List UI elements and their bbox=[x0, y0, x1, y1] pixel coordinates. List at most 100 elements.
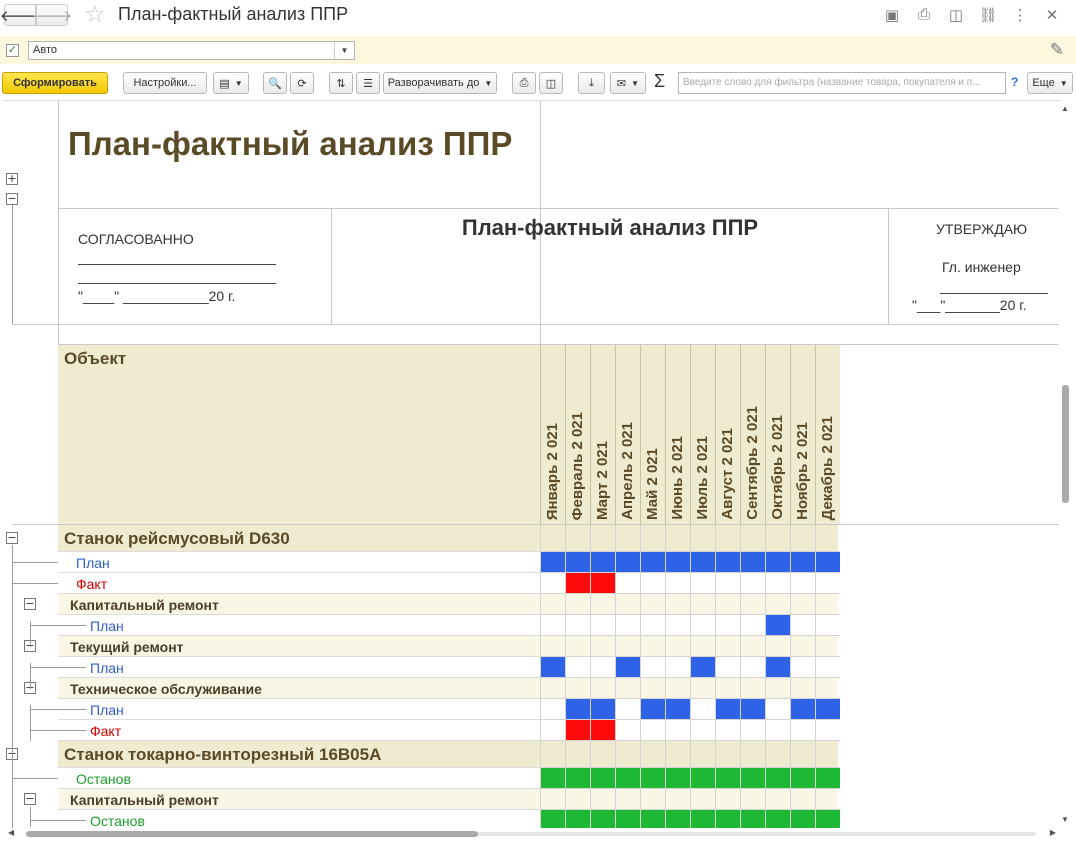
save-file-button[interactable]: ⤓ bbox=[578, 72, 605, 94]
cell-empty[interactable] bbox=[665, 615, 690, 636]
cell-empty[interactable] bbox=[565, 636, 590, 657]
cell-empty[interactable] bbox=[590, 525, 615, 552]
cell-green[interactable] bbox=[615, 768, 640, 789]
group-button[interactable]: ☰ bbox=[356, 72, 380, 94]
horizontal-scrollbar[interactable]: ◀ ▶ bbox=[4, 828, 1060, 840]
cell-green[interactable] bbox=[790, 810, 815, 828]
cell-empty[interactable] bbox=[715, 594, 740, 615]
cell-green[interactable] bbox=[640, 768, 665, 789]
cell-empty[interactable] bbox=[715, 678, 740, 699]
cell-empty[interactable] bbox=[665, 789, 690, 810]
cell-empty[interactable] bbox=[615, 573, 640, 594]
cell-empty[interactable] bbox=[540, 678, 565, 699]
cell-empty[interactable] bbox=[565, 789, 590, 810]
cell-empty[interactable] bbox=[540, 573, 565, 594]
cell-empty[interactable] bbox=[615, 636, 640, 657]
sort-button[interactable]: ⇅ bbox=[329, 72, 353, 94]
cell-empty[interactable] bbox=[715, 525, 740, 552]
cell-empty[interactable] bbox=[765, 720, 790, 741]
cell-empty[interactable] bbox=[790, 525, 815, 552]
cell-empty[interactable] bbox=[615, 678, 640, 699]
vertical-scroll-thumb[interactable] bbox=[1062, 385, 1069, 503]
cell-empty[interactable] bbox=[765, 789, 790, 810]
cell-empty[interactable] bbox=[740, 789, 765, 810]
cell-empty[interactable] bbox=[565, 657, 590, 678]
cell-empty[interactable] bbox=[740, 678, 765, 699]
cell-empty[interactable] bbox=[540, 594, 565, 615]
cell-blue[interactable] bbox=[690, 552, 715, 573]
cell-empty[interactable] bbox=[665, 741, 690, 768]
cell-blue[interactable] bbox=[740, 552, 765, 573]
cell-blue[interactable] bbox=[790, 552, 815, 573]
cell-empty[interactable] bbox=[565, 678, 590, 699]
cell-empty[interactable] bbox=[740, 657, 765, 678]
cell-empty[interactable] bbox=[540, 741, 565, 768]
cell-empty[interactable] bbox=[540, 636, 565, 657]
cell-blue[interactable] bbox=[615, 552, 640, 573]
cell-empty[interactable] bbox=[615, 720, 640, 741]
cell-empty[interactable] bbox=[815, 615, 840, 636]
cell-empty[interactable] bbox=[615, 699, 640, 720]
cell-blue[interactable] bbox=[615, 657, 640, 678]
cell-blue[interactable] bbox=[815, 552, 840, 573]
cell-blue[interactable] bbox=[565, 552, 590, 573]
cell-empty[interactable] bbox=[590, 657, 615, 678]
cell-green[interactable] bbox=[815, 810, 840, 828]
cell-empty[interactable] bbox=[540, 720, 565, 741]
cell-empty[interactable] bbox=[815, 657, 840, 678]
cell-green[interactable] bbox=[615, 810, 640, 828]
expand-to-button[interactable]: Разворачивать до ▼ bbox=[383, 72, 497, 94]
cell-empty[interactable] bbox=[690, 720, 715, 741]
cell-blue[interactable] bbox=[665, 699, 690, 720]
send-email-button[interactable]: ✉ ▼ bbox=[610, 72, 646, 94]
cell-red[interactable] bbox=[565, 573, 590, 594]
cell-empty[interactable] bbox=[640, 657, 665, 678]
cell-empty[interactable] bbox=[615, 789, 640, 810]
scroll-right-icon[interactable]: ▶ bbox=[1050, 828, 1056, 837]
cell-blue[interactable] bbox=[540, 657, 565, 678]
cell-green[interactable] bbox=[590, 768, 615, 789]
cell-blue[interactable] bbox=[765, 657, 790, 678]
generate-button[interactable]: Сформировать bbox=[2, 72, 108, 94]
cell-empty[interactable] bbox=[740, 525, 765, 552]
cell-green[interactable] bbox=[765, 810, 790, 828]
cell-empty[interactable] bbox=[765, 525, 790, 552]
cell-blue[interactable] bbox=[715, 699, 740, 720]
scroll-up-icon[interactable]: ▲ bbox=[1061, 104, 1069, 113]
cell-empty[interactable] bbox=[690, 573, 715, 594]
cell-blue[interactable] bbox=[690, 657, 715, 678]
horizontal-scroll-thumb[interactable] bbox=[26, 831, 478, 837]
cell-empty[interactable] bbox=[590, 594, 615, 615]
find-button[interactable]: 🔍 bbox=[263, 72, 287, 94]
cell-green[interactable] bbox=[540, 810, 565, 828]
cell-empty[interactable] bbox=[715, 741, 740, 768]
cell-green[interactable] bbox=[715, 810, 740, 828]
more-vertical-icon[interactable]: ⋮ bbox=[1004, 6, 1036, 24]
search-input[interactable]: Введите слово для фильтра (название това… bbox=[678, 72, 1006, 94]
favorite-star-icon[interactable]: ☆ bbox=[84, 2, 106, 28]
cell-empty[interactable] bbox=[590, 789, 615, 810]
cell-empty[interactable] bbox=[740, 741, 765, 768]
cell-empty[interactable] bbox=[565, 594, 590, 615]
find-next-button[interactable]: ⟳ bbox=[290, 72, 314, 94]
cell-empty[interactable] bbox=[615, 594, 640, 615]
cell-empty[interactable] bbox=[540, 615, 565, 636]
cell-empty[interactable] bbox=[615, 525, 640, 552]
help-button[interactable]: ? bbox=[1011, 75, 1018, 89]
cell-green[interactable] bbox=[665, 810, 690, 828]
cell-empty[interactable] bbox=[565, 615, 590, 636]
cell-empty[interactable] bbox=[590, 741, 615, 768]
cell-empty[interactable] bbox=[540, 525, 565, 552]
cell-green[interactable] bbox=[565, 768, 590, 789]
cell-empty[interactable] bbox=[640, 573, 665, 594]
cell-empty[interactable] bbox=[790, 789, 815, 810]
cell-empty[interactable] bbox=[790, 678, 815, 699]
cell-blue[interactable] bbox=[790, 699, 815, 720]
cell-green[interactable] bbox=[565, 810, 590, 828]
cell-empty[interactable] bbox=[765, 699, 790, 720]
cell-green[interactable] bbox=[815, 768, 840, 789]
more-button[interactable]: Еще ▼ bbox=[1027, 72, 1073, 94]
cell-empty[interactable] bbox=[815, 720, 840, 741]
print-icon[interactable]: ⎙ bbox=[908, 6, 940, 24]
cell-empty[interactable] bbox=[740, 573, 765, 594]
